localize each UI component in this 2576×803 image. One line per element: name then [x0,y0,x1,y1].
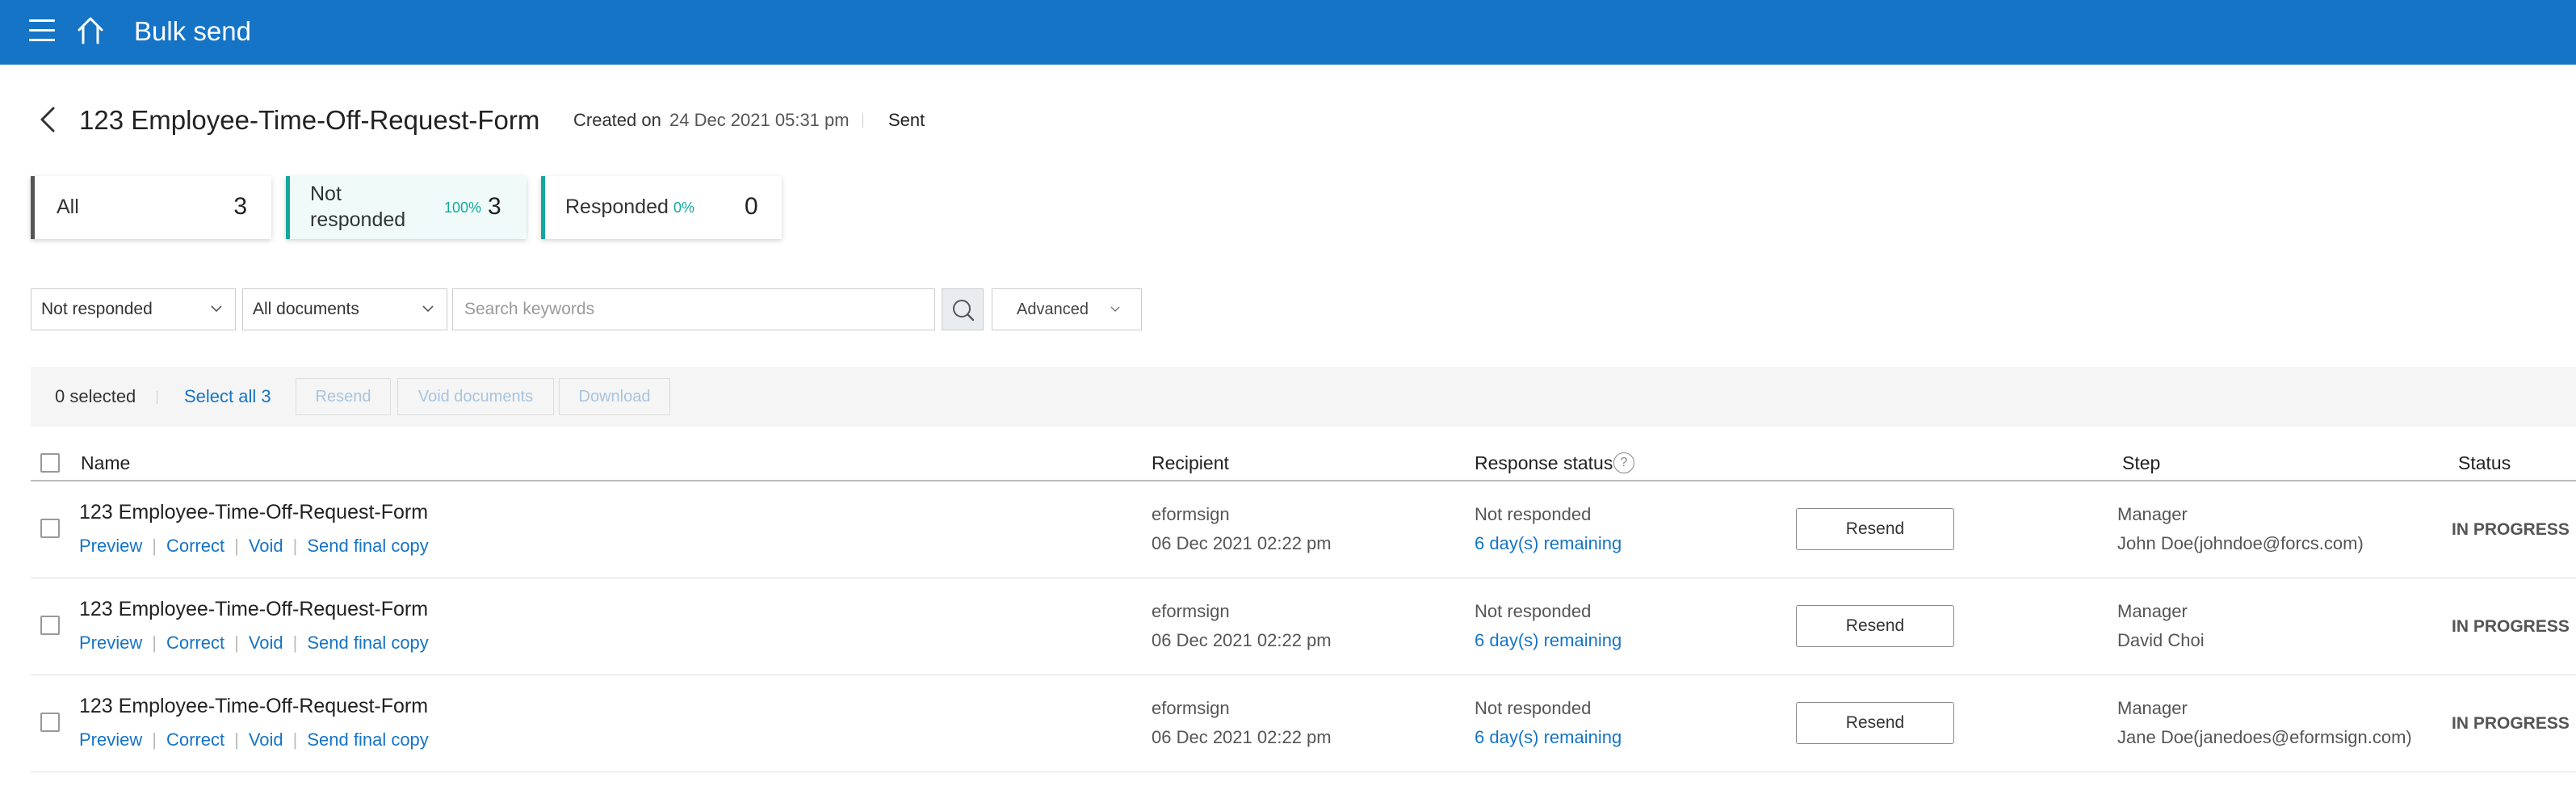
help-icon[interactable]: ? [1613,452,1634,473]
recipient-date: 06 Dec 2021 02:22 pm [1152,630,1332,650]
row-document-name: 123 Employee-Time-Off-Request-Form [79,501,429,523]
app-title: Bulk send [134,16,251,46]
resend-selected-button[interactable]: Resend [296,378,391,415]
row-actions: Preview | Correct | Void | Send final copy [79,729,429,750]
sent-status: Sent [888,110,925,130]
column-header-name: Name [81,452,131,473]
step-role: Manager [2117,601,2188,621]
response-status-text: Not responded [1475,504,1592,524]
send-final-copy-link[interactable]: Send final copy [307,536,428,556]
card-label: Responded [565,195,669,218]
card-count: 3 [488,193,501,220]
header-divider-line [31,480,2576,481]
card-all[interactable]: All 3 [31,176,271,239]
download-button[interactable]: Download [559,378,670,415]
resend-button[interactable]: Resend [1796,702,1954,744]
select-all-checkbox[interactable] [40,453,60,473]
days-remaining-link[interactable]: 6 day(s) remaining [1475,725,1622,750]
resend-button[interactable]: Resend [1796,605,1954,647]
row-checkbox[interactable] [40,713,60,732]
status-badge: IN PROGRESS [2452,714,2570,733]
row-checkbox[interactable] [40,616,60,635]
search-button[interactable] [942,288,984,330]
status-badge: IN PROGRESS [2452,617,2570,636]
row-document-name: 123 Employee-Time-Off-Request-Form [79,598,429,620]
row-actions: Preview | Correct | Void | Send final copy [79,536,429,556]
created-on-value: 24 Dec 2021 05:31 pm [669,110,850,130]
advanced-label: Advanced [1017,301,1089,318]
top-bar: Bulk send [0,0,2576,65]
column-header-recipient: Recipient [1152,452,1229,473]
menu-icon[interactable] [29,19,55,42]
preview-link[interactable]: Preview [79,633,142,653]
page-title: 123 Employee-Time-Off-Request-Form [79,105,540,135]
card-count: 0 [745,193,758,220]
correct-link[interactable]: Correct [166,536,224,556]
step-role: Manager [2117,504,2188,524]
recipient-name: eformsign [1152,504,1230,524]
status-filter-value: Not responded [41,300,153,318]
status-filter-select[interactable]: Not responded [31,288,236,330]
preview-link[interactable]: Preview [79,729,142,750]
step-person: John Doe(johndoe@forcs.com) [2117,533,2364,553]
days-remaining-link[interactable]: 6 day(s) remaining [1475,532,1622,556]
card-accent-bar [286,176,290,239]
card-percent: 100% [444,200,482,216]
recipient-date: 06 Dec 2021 02:22 pm [1152,727,1332,747]
card-accent-bar [31,176,35,239]
send-final-copy-link[interactable]: Send final copy [307,633,428,653]
card-label: All [57,195,79,218]
search-icon [953,300,975,322]
correct-link[interactable]: Correct [166,729,224,750]
bulk-action-bar: 0 selected Select all 3 Resend Void docu… [31,367,2576,427]
advanced-search-button[interactable]: Advanced [992,288,1142,330]
chevron-down-icon [1110,306,1120,312]
documents-filter-value: All documents [253,300,359,318]
status-badge: IN PROGRESS [2452,520,2570,539]
row-document-name: 123 Employee-Time-Off-Request-Form [79,695,429,717]
card-count: 3 [233,193,247,220]
correct-link[interactable]: Correct [166,633,224,653]
card-percent: 0% [673,200,695,216]
void-link[interactable]: Void [249,633,283,653]
step-person: Jane Doe(janedoes@eformsign.com) [2117,727,2412,747]
void-link[interactable]: Void [249,536,283,556]
step-role: Manager [2117,698,2188,718]
preview-link[interactable]: Preview [79,536,142,556]
column-header-response-status: Response status [1475,452,1613,473]
chevron-down-icon [211,305,222,313]
card-not-responded[interactable]: Not responded 100% 3 [286,176,527,239]
column-header-status: Status [2458,452,2511,473]
card-accent-bar [541,176,545,239]
resend-button[interactable]: Resend [1796,508,1954,550]
void-documents-button[interactable]: Void documents [397,378,554,415]
home-icon[interactable] [74,15,107,47]
created-on: Created on 24 Dec 2021 05:31 pm [573,108,850,132]
select-all-link[interactable]: Select all 3 [184,385,271,409]
documents-filter-select[interactable]: All documents [242,288,447,330]
back-arrow-icon[interactable] [36,103,60,136]
void-link[interactable]: Void [249,729,283,750]
recipient-name: eformsign [1152,601,1230,621]
row-checkbox[interactable] [40,519,60,538]
step-person: David Choi [2117,630,2205,650]
column-header-step: Step [2122,452,2161,473]
card-responded[interactable]: Responded 0% 0 [541,176,782,239]
recipient-date: 06 Dec 2021 02:22 pm [1152,533,1332,553]
row-divider [31,771,2576,772]
chevron-down-icon [422,305,434,313]
header-divider [862,113,863,128]
card-label: Not responded [310,183,406,231]
created-on-label: Created on [573,110,661,130]
row-actions: Preview | Correct | Void | Send final copy [79,633,429,653]
recipient-name: eformsign [1152,698,1230,718]
send-final-copy-link[interactable]: Send final copy [307,729,428,750]
response-status-text: Not responded [1475,601,1592,621]
selected-count: 0 selected [55,386,136,406]
search-input[interactable] [452,288,935,330]
response-status-text: Not responded [1475,698,1592,718]
days-remaining-link[interactable]: 6 day(s) remaining [1475,629,1622,653]
